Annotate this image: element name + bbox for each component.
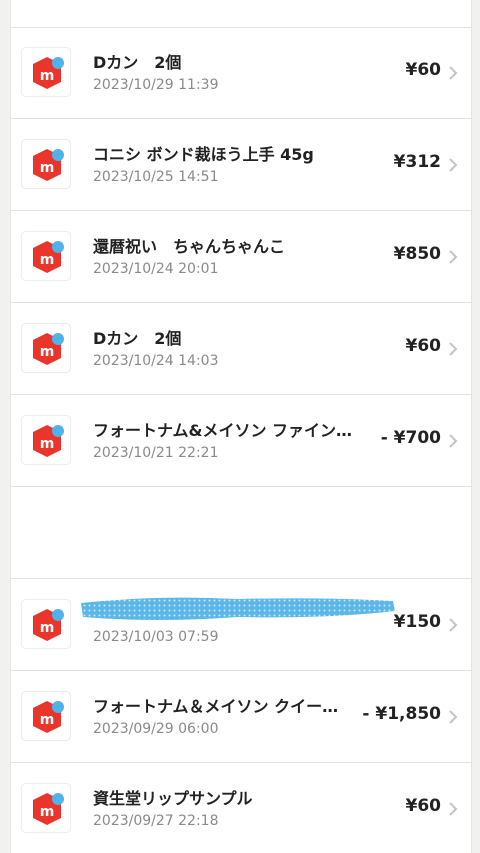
transaction-row[interactable]: m 資生堂リップサンプル 2023/09/27 22:18 ¥60 [11,763,471,853]
item-price: ¥312 [393,152,441,172]
svg-text:m: m [40,160,55,176]
svg-text:m: m [40,252,55,268]
transaction-row[interactable]: m コニシ ボンド裁ほう上手 45g 2023/10/25 14:51 ¥312 [11,119,471,211]
chevron-right-icon [449,802,458,816]
item-price: - ¥1,850 [362,704,441,724]
transaction-list-screen: m Dカン 2個 2023/10/29 11:39 ¥60 m コニシ ボンド裁… [10,0,472,853]
svg-text:m: m [40,804,55,820]
mercari-logo-icon: m [21,783,71,833]
item-date: 2023/10/24 20:01 [93,261,219,277]
item-title: Dカン 2個 [93,329,182,348]
hidden-row-placeholder [11,487,471,579]
transaction-row[interactable]: m 2023/10/03 07:59 ¥150 [11,579,471,671]
chevron-right-icon [449,710,458,724]
item-title: コニシ ボンド裁ほう上手 45g [93,145,314,164]
item-price: ¥850 [393,244,441,264]
item-date: 2023/10/21 22:21 [93,445,219,461]
mercari-logo-icon: m [21,231,71,281]
item-price: ¥150 [393,612,441,632]
mercari-logo-icon: m [21,691,71,741]
chevron-right-icon [449,342,458,356]
svg-text:m: m [40,68,55,84]
transaction-row[interactable]: m Dカン 2個 2023/10/24 14:03 ¥60 [11,303,471,395]
mercari-logo-icon: m [21,599,71,649]
item-date: 2023/10/25 14:51 [93,169,219,185]
transaction-row[interactable]: m Dカン 2個 2023/10/29 11:39 ¥60 [11,27,471,119]
item-date: 2023/09/29 06:00 [93,721,219,737]
item-title: フォートナム＆メイソン クイー… [93,697,339,716]
transaction-row[interactable]: m フォートナム＆メイソン クイー… 2023/09/29 06:00 - ¥1… [11,671,471,763]
item-price: - ¥700 [380,428,441,448]
chevron-right-icon [449,66,458,80]
item-price: ¥60 [405,796,442,816]
top-divider [11,0,471,28]
item-price: ¥60 [405,336,442,356]
item-price: ¥60 [405,60,442,80]
item-date: 2023/10/24 14:03 [93,353,219,369]
item-date: 2023/10/29 11:39 [93,77,219,93]
item-date: 2023/09/27 22:18 [93,813,219,829]
svg-text:m: m [40,712,55,728]
transaction-row[interactable]: m 還暦祝い ちゃんちゃんこ 2023/10/24 20:01 ¥850 [11,211,471,303]
chevron-right-icon [449,158,458,172]
item-title: 資生堂リップサンプル [93,789,253,808]
item-title: 還暦祝い ちゃんちゃんこ [93,237,286,256]
chevron-right-icon [449,434,458,448]
chevron-right-icon [449,250,458,264]
mercari-logo-icon: m [21,323,71,373]
item-date: 2023/10/03 07:59 [93,629,219,645]
mercari-logo-icon: m [21,47,71,97]
svg-text:m: m [40,436,55,452]
mercari-logo-icon: m [21,139,71,189]
item-title: フォートナム&メイソン ファイン… [93,421,353,440]
transaction-row[interactable]: m フォートナム&メイソン ファイン… 2023/10/21 22:21 - ¥… [11,395,471,487]
chevron-right-icon [449,618,458,632]
svg-text:m: m [40,344,55,360]
mercari-logo-icon: m [21,415,71,465]
redaction-scribble [81,597,395,620]
item-title: Dカン 2個 [93,53,182,72]
svg-text:m: m [40,620,55,636]
